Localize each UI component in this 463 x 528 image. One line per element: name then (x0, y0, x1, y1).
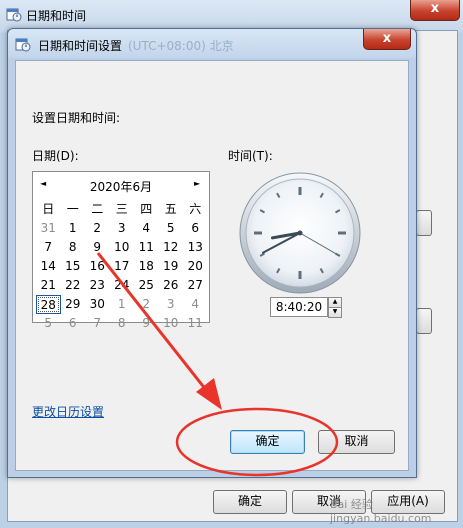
calendar-weekday: 三 (115, 202, 128, 216)
calendar-week-row: 28 29 30 1 2 3 4 (36, 295, 208, 314)
calendar-day[interactable]: 4 (183, 295, 208, 314)
watermark: Bai 经验 jingyan.baidu.com (330, 498, 432, 525)
outer-side-button-2[interactable] (416, 308, 432, 334)
calendar-day[interactable]: 1 (61, 219, 86, 238)
calendar-day[interactable]: 5 (36, 314, 61, 333)
calendar-day[interactable]: 23 (85, 276, 110, 295)
calendar-weekday: 日 (42, 202, 55, 216)
calendar-day[interactable]: 13 (183, 238, 208, 257)
calendar-day[interactable]: 31 (36, 219, 61, 238)
calendar-week-row: 21 22 23 24 25 26 27 (36, 276, 208, 295)
dialog-client: 设置日期和时间: 日期(D): 时间(T): ◄ 2020年6月 ► 日一二三四… (15, 60, 409, 471)
calendar-month-title[interactable]: 2020年6月 (33, 178, 209, 195)
outer-window-title: 日期和时间 (26, 9, 87, 23)
change-calendar-settings-link[interactable]: 更改日历设置 (32, 403, 104, 420)
calendar-week-row: 7 8 9 10 11 12 13 (36, 238, 208, 257)
calendar-day[interactable]: 26 (159, 276, 184, 295)
ok-button[interactable]: 确定 (230, 430, 305, 454)
calendar-day[interactable]: 7 (85, 314, 110, 333)
date-label: 日期(D): (32, 149, 79, 163)
calendar-weekday: 一 (66, 202, 79, 216)
calendar-day[interactable]: 22 (61, 276, 86, 295)
calendar-day[interactable]: 4 (134, 219, 159, 238)
calendar-day[interactable]: 2 (134, 295, 159, 314)
analog-clock (239, 172, 361, 294)
calendar-week-row: 14 15 16 17 18 19 20 (36, 257, 208, 276)
calendar-day[interactable]: 12 (159, 238, 184, 257)
background-timezone-text: (UTC+08:00) 北京 (128, 39, 234, 53)
date-time-icon (6, 8, 22, 22)
dialog-close-button[interactable]: x (363, 29, 411, 50)
calendar-weekday: 六 (189, 202, 202, 216)
calendar-day[interactable]: 9 (134, 314, 159, 333)
calendar-day[interactable]: 11 (134, 238, 159, 257)
calendar-day[interactable]: 18 (134, 257, 159, 276)
calendar-day[interactable]: 17 (110, 257, 135, 276)
calendar[interactable]: ◄ 2020年6月 ► 日一二三四五六 31 1 2 3 4 5 6 7 8 9 10 11 12 13 14… (32, 171, 210, 330)
calendar-day[interactable]: 2 (85, 219, 110, 238)
calendar-day[interactable]: 10 (159, 314, 184, 333)
date-time-icon (15, 38, 31, 52)
calendar-day[interactable]: 8 (61, 238, 86, 257)
calendar-weekday-row: 日一二三四五六 (36, 200, 208, 219)
dialog-heading: 设置日期和时间: (32, 111, 121, 125)
outer-close-button[interactable]: x (410, 0, 460, 21)
time-label: 时间(T): (228, 149, 273, 163)
calendar-day[interactable]: 5 (159, 219, 184, 238)
calendar-weekday: 四 (140, 202, 153, 216)
calendar-day[interactable]: 3 (159, 295, 184, 314)
calendar-day[interactable]: 8 (110, 314, 135, 333)
time-input[interactable]: 8:40:20 (270, 297, 328, 317)
calendar-weekday: 二 (91, 202, 104, 216)
calendar-day-selected[interactable]: 28 (36, 295, 61, 314)
calendar-day[interactable]: 6 (61, 314, 86, 333)
calendar-day[interactable]: 20 (183, 257, 208, 276)
dialog-title: 日期和时间设置 (38, 39, 123, 53)
calendar-day[interactable]: 29 (61, 295, 86, 314)
cancel-button[interactable]: 取消 (318, 430, 395, 454)
calendar-day[interactable]: 10 (110, 238, 135, 257)
calendar-day[interactable]: 30 (85, 295, 110, 314)
calendar-grid: 日一二三四五六 31 1 2 3 4 5 6 7 8 9 10 11 12 13 14 15 16 17 18 19 20… (36, 200, 208, 333)
calendar-day[interactable]: 1 (110, 295, 135, 314)
calendar-day[interactable]: 11 (183, 314, 208, 333)
calendar-week-row: 31 1 2 3 4 5 6 (36, 219, 208, 238)
time-down-icon[interactable]: ▼ (328, 307, 342, 318)
calendar-day[interactable]: 16 (85, 257, 110, 276)
calendar-day[interactable]: 3 (110, 219, 135, 238)
outer-ok-button[interactable]: 确定 (213, 490, 287, 514)
calendar-day[interactable]: 24 (110, 276, 135, 295)
outer-side-button-1[interactable] (416, 210, 432, 236)
calendar-day[interactable]: 19 (159, 257, 184, 276)
calendar-day[interactable]: 14 (36, 257, 61, 276)
calendar-weekday: 五 (164, 202, 177, 216)
calendar-day[interactable]: 6 (183, 219, 208, 238)
calendar-day[interactable]: 7 (36, 238, 61, 257)
date-time-settings-dialog: 日期和时间设置 (UTC+08:00) 北京 x 设置日期和时间: 日期(D):… (7, 28, 417, 478)
calendar-week-row: 5 6 7 8 9 10 11 (36, 314, 208, 333)
calendar-next-icon[interactable]: ► (194, 179, 200, 188)
calendar-day[interactable]: 21 (36, 276, 61, 295)
calendar-day[interactable]: 9 (85, 238, 110, 257)
calendar-day[interactable]: 27 (183, 276, 208, 295)
calendar-day[interactable]: 15 (61, 257, 86, 276)
calendar-day[interactable]: 25 (134, 276, 159, 295)
